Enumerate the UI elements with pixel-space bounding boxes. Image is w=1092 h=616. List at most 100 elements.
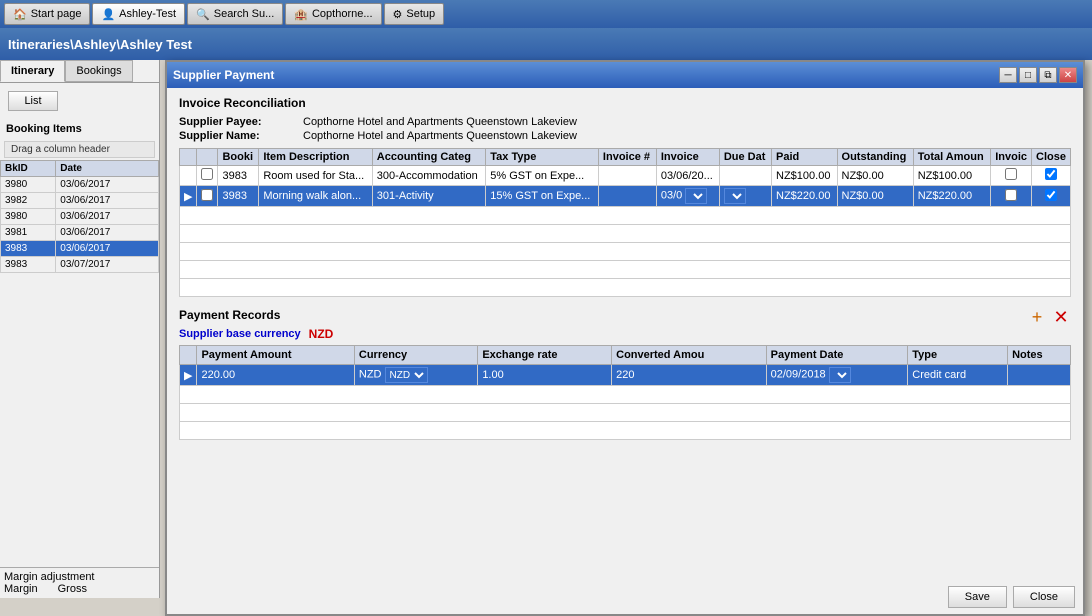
invoice-table: Booki Item Description Accounting Categ … (179, 148, 1071, 297)
bottom-buttons: Save Close (948, 586, 1075, 608)
arrow-cell (180, 166, 197, 186)
invoice-empty-row (180, 207, 1071, 225)
close-button[interactable]: Close (1013, 586, 1075, 608)
left-panel: Itinerary Bookings List Booking Items Dr… (0, 60, 160, 598)
base-currency-row: Supplier base currency NZD (179, 327, 1071, 341)
base-currency-value: NZD (309, 327, 334, 341)
payment-col-exchange[interactable]: Exchange rate (478, 346, 612, 365)
booking-items-label: Booking Items (0, 119, 159, 139)
col-checkbox-header (197, 149, 218, 166)
col-invoic-header[interactable]: Invoic (991, 149, 1032, 166)
building-icon: 🏨 (294, 8, 308, 21)
payment-col-notes[interactable]: Notes (1008, 346, 1071, 365)
taskbar-btn-ashley[interactable]: 👤 Ashley-Test (92, 3, 185, 25)
payment-col-converted[interactable]: Converted Amou (612, 346, 767, 365)
invoic-checkbox[interactable] (1005, 168, 1017, 180)
booking-items-table: BkID Date 3980 03/06/2017 3982 03/06/201… (0, 160, 159, 273)
gear-icon: ⚙ (393, 8, 403, 21)
payment-empty-row (180, 386, 1071, 404)
restore-button[interactable]: ⧉ (1039, 67, 1057, 83)
home-icon: 🏠 (13, 8, 27, 21)
col-due-date-header[interactable]: Due Dat (719, 149, 771, 166)
person-icon: 👤 (101, 8, 115, 21)
currency-dropdown[interactable]: NZD (385, 367, 428, 383)
table-row[interactable]: 3982 03/06/2017 (1, 193, 159, 209)
payment-col-date[interactable]: Payment Date (766, 346, 908, 365)
list-button[interactable]: List (8, 91, 58, 111)
main-area: Itineraries\Ashley\Ashley Test Itinerary… (0, 28, 1092, 598)
row-checkbox[interactable] (201, 189, 213, 201)
payment-action-buttons: + ✕ (1027, 307, 1071, 327)
col-paid-header[interactable]: Paid (772, 149, 838, 166)
col-bkid[interactable]: BkID (1, 161, 56, 177)
col-tax-type-header[interactable]: Tax Type (486, 149, 599, 166)
invoic-checkbox[interactable] (1005, 189, 1017, 201)
breadcrumb-bar: Itineraries\Ashley\Ashley Test (0, 28, 1092, 60)
table-row[interactable]: 3980 03/06/2017 (1, 177, 159, 193)
close-checkbox[interactable] (1045, 168, 1057, 180)
minimize-button[interactable]: ─ (999, 67, 1017, 83)
maximize-button[interactable]: □ (1019, 67, 1037, 83)
tab-bookings[interactable]: Bookings (65, 60, 132, 82)
invoice-empty-row (180, 225, 1071, 243)
table-row[interactable]: 3980 03/06/2017 (1, 209, 159, 225)
col-date[interactable]: Date (56, 161, 159, 177)
breadcrumb: Itineraries\Ashley\Ashley Test (8, 37, 192, 52)
checkbox-cell[interactable] (197, 166, 218, 186)
table-row[interactable]: 3983 03/07/2017 (1, 257, 159, 273)
base-currency-label: Supplier base currency (179, 328, 301, 340)
payment-table: Payment Amount Currency Exchange rate Co… (179, 345, 1071, 440)
checkbox-cell[interactable] (197, 186, 218, 207)
margin-adjustment: Margin adjustment Margin Gross (0, 567, 159, 598)
supplier-payee-row: Supplier Payee: Copthorne Hotel and Apar… (179, 116, 1071, 128)
payment-col-arrow (180, 346, 197, 365)
taskbar: 🏠 Start page 👤 Ashley-Test 🔍 Search Su..… (0, 0, 1092, 28)
taskbar-btn-copthorne[interactable]: 🏨 Copthorne... (285, 3, 381, 25)
payment-row[interactable]: ▶ 220.00 NZD NZD 1.00 220 02/09/2018 Cre… (180, 365, 1071, 386)
invoice-dropdown[interactable] (685, 188, 707, 204)
table-row[interactable]: 3981 03/06/2017 (1, 225, 159, 241)
dialog-titlebar: Supplier Payment ─ □ ⧉ ✕ (167, 62, 1083, 88)
arrow-cell: ▶ (180, 186, 197, 207)
col-invoice-header[interactable]: Invoice (656, 149, 719, 166)
invoice-empty-row (180, 279, 1071, 297)
tab-itinerary[interactable]: Itinerary (0, 60, 65, 82)
col-close-header[interactable]: Close (1032, 149, 1071, 166)
invoice-empty-row (180, 261, 1071, 279)
invoice-row-selected[interactable]: ▶ 3983 Morning walk alon... 301-Activity… (180, 186, 1071, 207)
row-checkbox[interactable] (201, 168, 213, 180)
drag-hint: Drag a column header (4, 141, 155, 158)
payment-col-amount[interactable]: Payment Amount (197, 346, 354, 365)
payment-col-type[interactable]: Type (908, 346, 1008, 365)
taskbar-btn-setup[interactable]: ⚙ Setup (384, 3, 445, 25)
supplier-payment-dialog: Supplier Payment ─ □ ⧉ ✕ Invoice Reconci… (165, 60, 1085, 616)
dialog-body: Invoice Reconciliation Supplier Payee: C… (167, 88, 1083, 614)
due-date-dropdown[interactable] (724, 188, 746, 204)
payment-arrow: ▶ (180, 365, 197, 386)
taskbar-btn-search[interactable]: 🔍 Search Su... (187, 3, 283, 25)
col-arrow-header (180, 149, 197, 166)
col-invoice-num-header[interactable]: Invoice # (598, 149, 656, 166)
supplier-name-row: Supplier Name: Copthorne Hotel and Apart… (179, 130, 1071, 142)
close-dialog-button[interactable]: ✕ (1059, 67, 1077, 83)
invoice-row[interactable]: 3983 Room used for Sta... 300-Accommodat… (180, 166, 1071, 186)
dialog-controls: ─ □ ⧉ ✕ (999, 67, 1077, 83)
table-row[interactable]: 3983 03/06/2017 (1, 241, 159, 257)
col-total-amount-header[interactable]: Total Amoun (913, 149, 991, 166)
taskbar-btn-startpage[interactable]: 🏠 Start page (4, 3, 90, 25)
delete-payment-button[interactable]: ✕ (1051, 307, 1071, 327)
col-outstanding-header[interactable]: Outstanding (837, 149, 913, 166)
col-item-desc-header[interactable]: Item Description (259, 149, 372, 166)
col-booki-header[interactable]: Booki (218, 149, 259, 166)
payment-col-currency[interactable]: Currency (354, 346, 477, 365)
dialog-title: Supplier Payment (173, 68, 274, 82)
close-checkbox[interactable] (1045, 189, 1057, 201)
col-acct-cat-header[interactable]: Accounting Categ (372, 149, 485, 166)
payment-date-dropdown[interactable] (829, 367, 851, 383)
payment-section: Payment Records + ✕ Supplier base curren… (179, 307, 1071, 440)
add-payment-button[interactable]: + (1027, 307, 1047, 327)
invoice-reconciliation-title: Invoice Reconciliation (179, 96, 1071, 110)
invoice-empty-row (180, 243, 1071, 261)
save-button[interactable]: Save (948, 586, 1007, 608)
payment-empty-row (180, 404, 1071, 422)
